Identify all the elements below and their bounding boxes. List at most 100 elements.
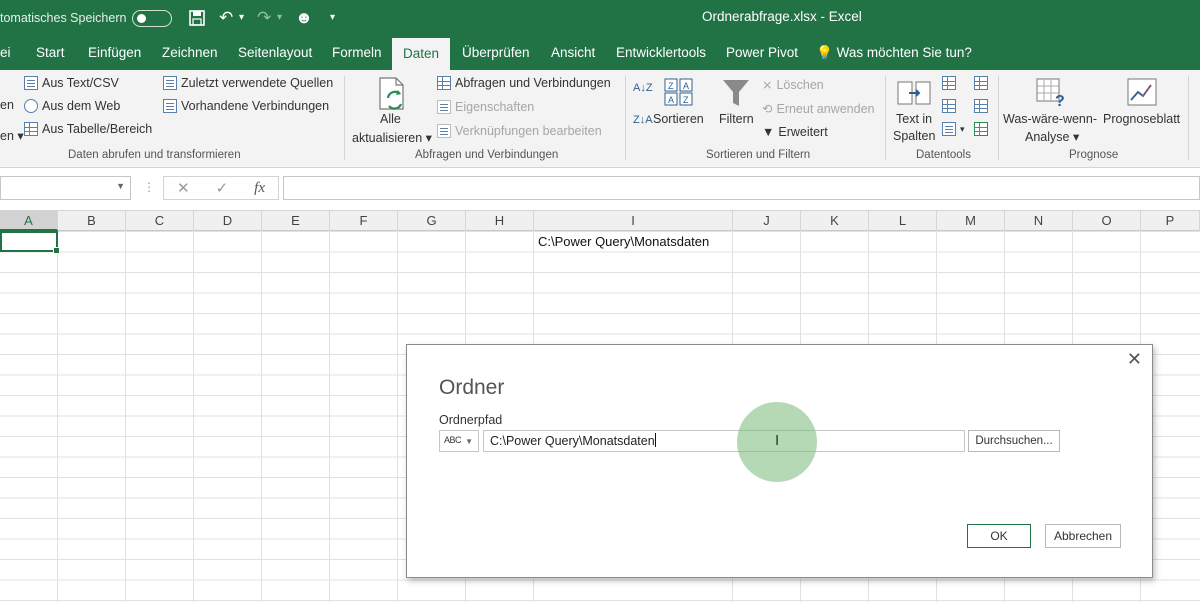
column-header[interactable]: C [126, 211, 194, 231]
from-web-button[interactable]: Aus dem Web [24, 99, 120, 113]
column-headers: A B C D E F G H I J K L M N O P [0, 211, 1200, 231]
enter-formula-icon[interactable]: ✓ [216, 179, 229, 197]
relationships-icon[interactable] [974, 99, 988, 113]
column-header[interactable]: B [58, 211, 126, 231]
what-if-label-1[interactable]: Was-wäre-wenn- [1003, 112, 1097, 126]
column-header[interactable]: P [1141, 211, 1200, 231]
column-header[interactable]: D [194, 211, 262, 231]
column-header[interactable]: E [262, 211, 330, 231]
formula-input[interactable] [283, 176, 1200, 200]
browse-button[interactable]: Durchsuchen... [968, 430, 1060, 452]
data-validation-icon[interactable]: ▾ [942, 122, 965, 136]
tab-view[interactable]: Ansicht [551, 36, 595, 70]
web-icon [24, 99, 38, 113]
flash-fill-icon[interactable] [942, 76, 956, 90]
forecast-sheet-label[interactable]: Prognoseblatt [1103, 112, 1180, 126]
svg-text:?: ? [1055, 93, 1065, 108]
ibeam-cursor-icon: I [775, 432, 780, 449]
lightbulb-icon: 💡 [816, 45, 833, 60]
formula-buttons: ✕ ✓ fx [163, 176, 279, 200]
folder-path-input[interactable]: C:\Power Query\Monatsdaten [483, 430, 965, 452]
formula-bar: ▼ ⋮ ✕ ✓ fx [0, 168, 1200, 211]
insert-function-icon[interactable]: fx [254, 180, 265, 197]
text-to-columns-icon[interactable] [897, 78, 931, 111]
tab-file[interactable]: ei [0, 36, 11, 70]
column-header[interactable]: I [534, 211, 733, 231]
sort-ascending-icon[interactable]: A↓Z [633, 82, 653, 94]
tab-data[interactable]: Daten [392, 38, 451, 70]
tab-start[interactable]: Start [36, 36, 65, 70]
from-text-csv-button[interactable]: Aus Text/CSV [24, 76, 119, 90]
edit-links-button: Verknüpfungen bearbeiten [437, 124, 602, 138]
group-label-forecast: Prognose [1069, 149, 1119, 161]
refresh-all-icon[interactable] [377, 76, 409, 115]
active-cell[interactable] [0, 231, 60, 254]
existing-connections-button[interactable]: Vorhandene Verbindungen [163, 99, 329, 113]
column-header[interactable]: L [869, 211, 937, 231]
parameter-type-select[interactable]: ABC ▼ [439, 430, 479, 452]
sort-button-label[interactable]: Sortieren [653, 112, 704, 126]
name-box[interactable]: ▼ [0, 176, 131, 200]
queries-connections-button[interactable]: Abfragen und Verbindungen [437, 76, 611, 90]
filter-button-label[interactable]: Filtern [719, 112, 754, 126]
grid-line [125, 231, 126, 602]
recent-sources-icon [163, 76, 177, 90]
grid-line [261, 231, 262, 602]
column-header[interactable]: N [1005, 211, 1073, 231]
connections-icon [163, 99, 177, 113]
remove-duplicates-icon[interactable] [942, 99, 956, 113]
column-header[interactable]: O [1073, 211, 1141, 231]
column-header[interactable]: H [466, 211, 534, 231]
what-if-analysis-icon[interactable]: ? [1036, 78, 1068, 111]
what-if-label-2[interactable]: Analyse ▾ [1025, 129, 1079, 144]
advanced-filter-icon: ▼ [762, 125, 775, 139]
formula-bar-grip-icon[interactable]: ⋮ [143, 180, 155, 194]
refresh-all-dropdown[interactable]: aktualisieren ▾ [352, 130, 432, 145]
tab-power-pivot[interactable]: Power Pivot [726, 36, 798, 70]
grid-line [397, 231, 398, 602]
from-table-button[interactable]: Aus Tabelle/Bereich [24, 122, 152, 136]
advanced-filter-button[interactable]: ▼ Erweitert [762, 125, 828, 139]
recent-sources-button[interactable]: Zuletzt verwendete Quellen [163, 76, 333, 90]
chevron-down-icon[interactable]: ▼ [116, 181, 125, 191]
sort-descending-icon[interactable]: Z↓A [633, 114, 653, 126]
refresh-all-label[interactable]: Alle [380, 112, 401, 126]
tab-insert[interactable]: Einfügen [88, 36, 141, 70]
forecast-sheet-icon[interactable] [1127, 78, 1159, 111]
column-header[interactable]: M [937, 211, 1005, 231]
save-icon[interactable] [189, 6, 205, 33]
cancel-button[interactable]: Abbrechen [1045, 524, 1121, 548]
close-icon[interactable]: ✕ [1127, 349, 1142, 369]
column-header[interactable]: G [398, 211, 466, 231]
undo-icon[interactable]: ↶ [219, 6, 233, 30]
undo-dropdown-icon[interactable]: ▾ [239, 6, 244, 30]
get-data-button-label[interactable]: en [0, 98, 14, 112]
tab-page-layout[interactable]: Seitenlayout [238, 36, 312, 70]
text-to-columns-label-2[interactable]: Spalten [893, 129, 935, 143]
queries-icon [437, 76, 451, 90]
tell-me-search[interactable]: 💡 Was möchten Sie tun? [816, 36, 972, 70]
ok-button[interactable]: OK [967, 524, 1031, 548]
tab-review[interactable]: Überprüfen [462, 36, 530, 70]
data-model-icon[interactable] [974, 122, 988, 136]
column-header[interactable]: K [801, 211, 869, 231]
get-data-dropdown[interactable]: en ▾ [0, 128, 24, 143]
tab-draw[interactable]: Zeichnen [162, 36, 218, 70]
cancel-formula-icon[interactable]: ✕ [177, 179, 190, 197]
column-header[interactable]: J [733, 211, 801, 231]
tab-developer[interactable]: Entwicklertools [616, 36, 706, 70]
column-header[interactable]: F [330, 211, 398, 231]
text-to-columns-label-1[interactable]: Text in [896, 112, 932, 126]
filter-icon[interactable] [722, 78, 750, 111]
tab-formulas[interactable]: Formeln [332, 36, 382, 70]
smiley-feedback-icon[interactable]: ☻ [295, 6, 313, 30]
cell-i1[interactable]: C:\Power Query\Monatsdaten [538, 234, 709, 249]
ribbon-separator [1188, 76, 1189, 160]
text-file-icon [24, 76, 38, 90]
autosave-toggle[interactable] [132, 10, 172, 27]
chevron-down-icon: ▼ [465, 437, 473, 446]
customize-toolbar-icon[interactable]: ▾ [330, 6, 335, 30]
consolidate-icon[interactable] [974, 76, 988, 90]
column-header[interactable]: A [0, 211, 58, 231]
sort-dialog-icon[interactable]: ZAAZ [664, 78, 694, 109]
